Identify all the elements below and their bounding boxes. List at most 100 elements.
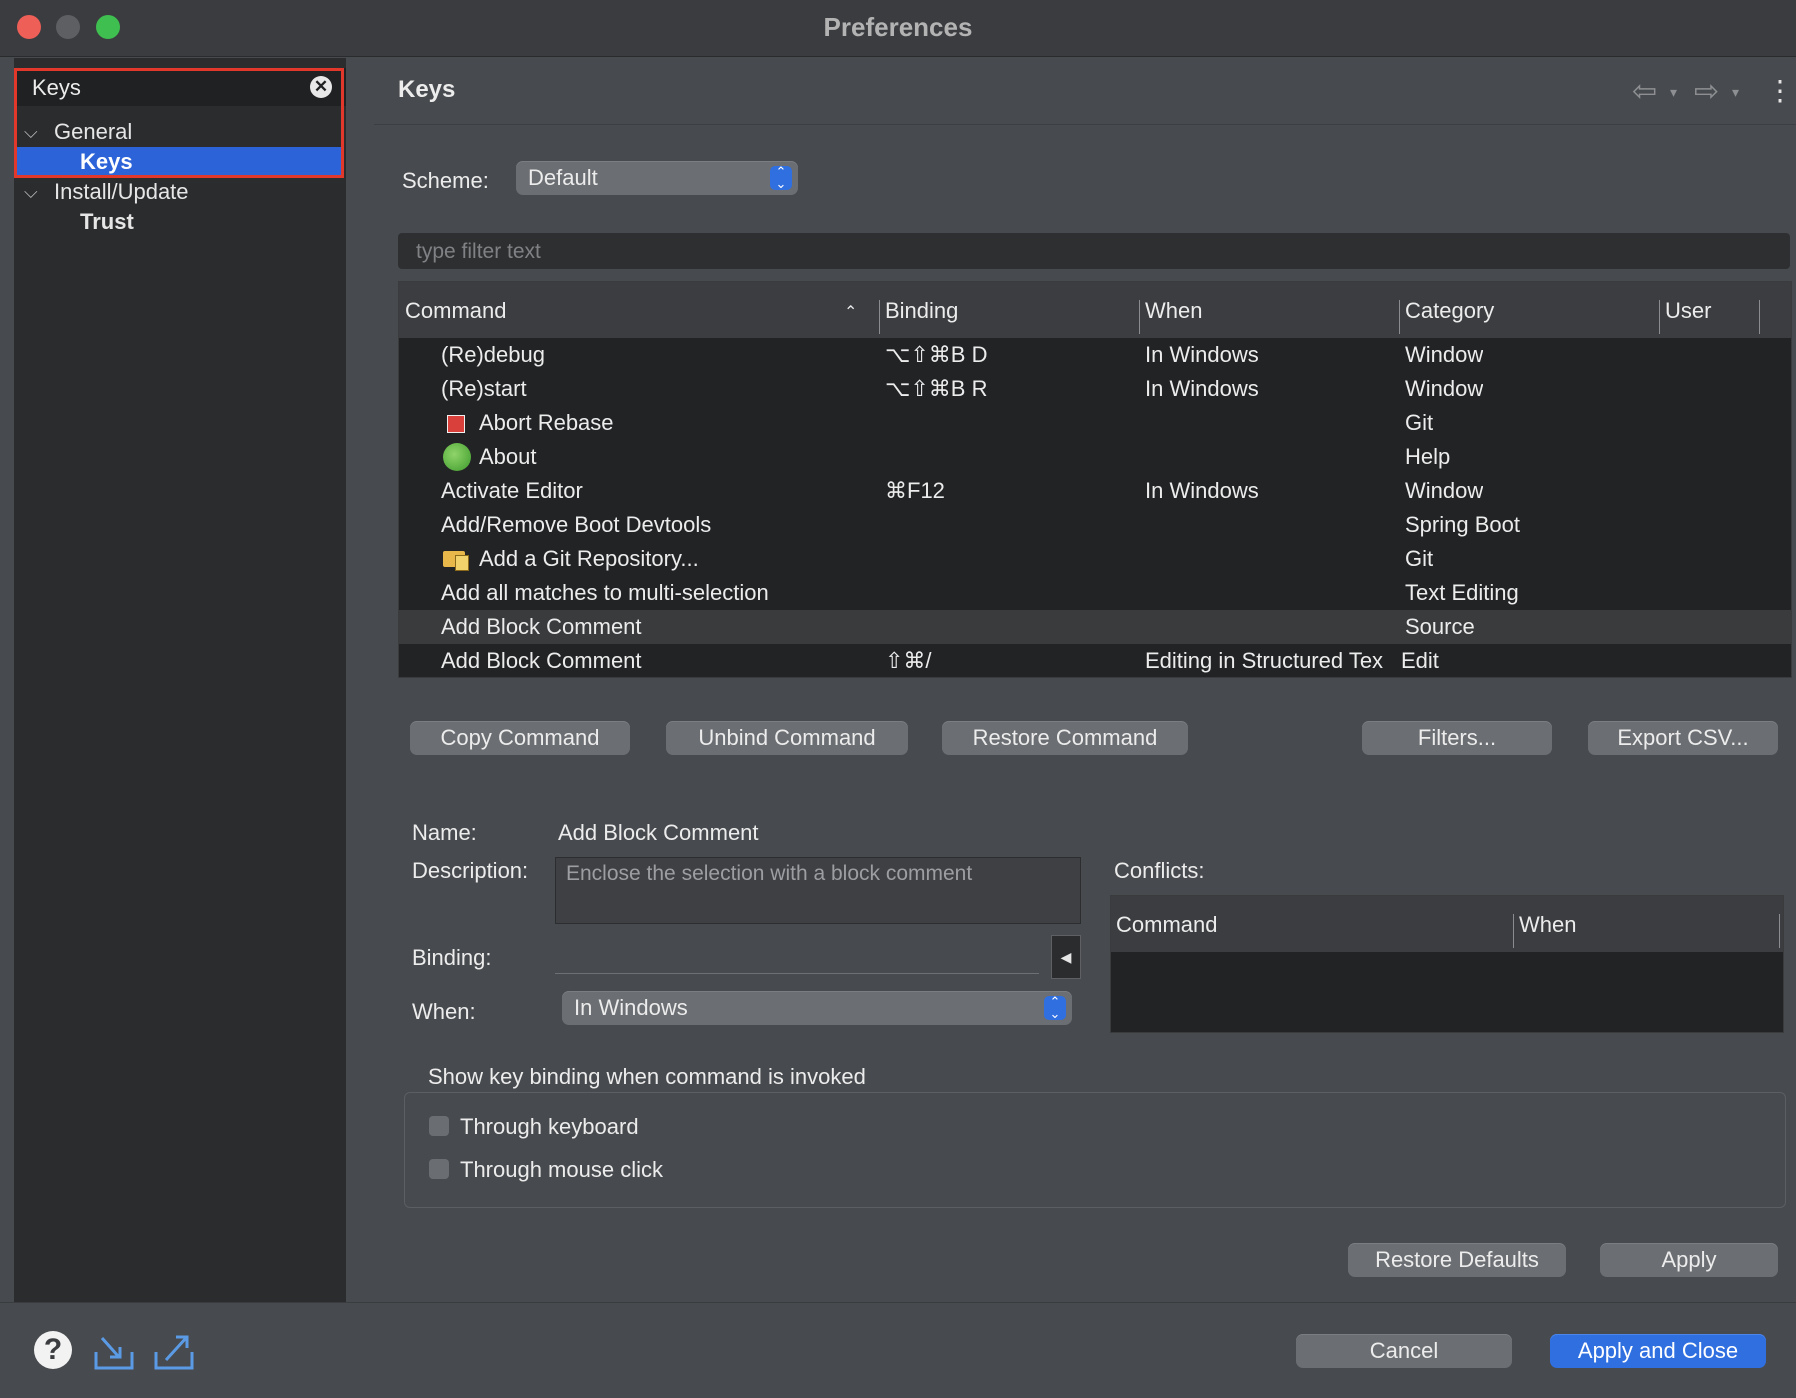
forward-menu-chevron-icon[interactable]: ▾	[1732, 84, 1739, 101]
back-arrow-icon[interactable]: ⇦	[1632, 74, 1657, 109]
column-divider[interactable]	[1399, 300, 1400, 334]
restore-defaults-button[interactable]: Restore Defaults	[1348, 1243, 1566, 1277]
back-menu-chevron-icon[interactable]: ▾	[1670, 84, 1677, 101]
cell-command: Activate Editor	[441, 478, 583, 503]
copy-command-button[interactable]: Copy Command	[410, 721, 630, 755]
table-row[interactable]: Add all matches to multi-selection Text …	[399, 576, 1791, 610]
spring-icon	[443, 443, 471, 471]
sort-ascending-icon: ⌃	[844, 304, 858, 321]
more-options-icon[interactable]: ⋮	[1766, 74, 1794, 107]
restore-command-button[interactable]: Restore Command	[942, 721, 1188, 755]
table-row[interactable]: (Re)debug ⌥⇧⌘B D In Windows Window	[399, 338, 1791, 372]
tree-item-label: Install/Update	[54, 179, 189, 204]
cell-command: Add Block Comment	[441, 648, 642, 673]
preferences-sidebar	[14, 58, 346, 1302]
scheme-value: Default	[528, 165, 598, 190]
cell-category: Source	[1405, 614, 1475, 639]
cell-when: In Windows	[1145, 376, 1259, 401]
column-header-command[interactable]: Command	[405, 298, 506, 324]
forward-arrow-icon[interactable]: ⇨	[1694, 74, 1719, 109]
help-icon[interactable]: ?	[34, 1331, 72, 1369]
binding-menu-arrow-icon[interactable]: ◀	[1051, 935, 1081, 979]
filters-button[interactable]: Filters...	[1362, 721, 1552, 755]
table-row[interactable]: Add/Remove Boot Devtools Spring Boot	[399, 508, 1791, 542]
scheme-select[interactable]: Default ⌃ ⌄	[516, 161, 798, 195]
cell-command: (Re)start	[441, 376, 527, 401]
column-divider[interactable]	[1513, 914, 1514, 948]
name-value: Add Block Comment	[558, 820, 759, 845]
cell-category: Help	[1405, 444, 1451, 469]
binding-input[interactable]	[555, 939, 1039, 974]
through-keyboard-checkbox[interactable]	[429, 1116, 449, 1136]
cell-binding: ⌥⇧⌘B D	[885, 342, 988, 367]
cell-category: Window	[1405, 342, 1484, 367]
column-divider[interactable]	[1139, 300, 1140, 334]
cell-category: Git	[1405, 546, 1434, 571]
column-divider[interactable]	[1779, 914, 1780, 948]
cell-command: Add a Git Repository...	[479, 546, 699, 571]
description-value: Enclose the selection with a block comme…	[566, 862, 973, 885]
window-title: Preferences	[823, 12, 973, 42]
tree-item-label: Trust	[80, 209, 134, 234]
cell-when: Editing in Structured Tex	[1145, 648, 1384, 673]
when-select[interactable]: In Windows ⌃ ⌄	[562, 991, 1072, 1025]
table-row[interactable]: Add a Git Repository... Git	[399, 542, 1791, 576]
cell-binding: ⇧⌘/	[885, 648, 932, 673]
column-divider[interactable]	[879, 300, 880, 334]
title-bar: Preferences	[0, 0, 1796, 57]
cell-binding: ⌥⇧⌘B R	[885, 376, 988, 401]
cell-category: Edit	[1401, 648, 1439, 673]
when-value: In Windows	[574, 995, 688, 1020]
tree-item-trust[interactable]: Trust	[14, 207, 346, 237]
cancel-button[interactable]: Cancel	[1296, 1334, 1512, 1368]
conflicts-column-command[interactable]: Command	[1116, 912, 1217, 938]
cell-command: Add/Remove Boot Devtools	[441, 512, 712, 537]
show-binding-group	[404, 1092, 1786, 1208]
table-row[interactable]: (Re)start ⌥⇧⌘B R In Windows Window	[399, 372, 1791, 406]
description-label: Description:	[412, 858, 529, 883]
table-row[interactable]: Abort Rebase Git	[399, 406, 1791, 440]
column-header-category[interactable]: Category	[1405, 298, 1494, 324]
column-header-when[interactable]: When	[1145, 298, 1202, 324]
clear-filter-icon[interactable]: ✕	[310, 76, 332, 98]
filter-placeholder: type filter text	[416, 240, 541, 263]
conflicts-column-when[interactable]: When	[1519, 912, 1576, 938]
dialog-footer	[0, 1303, 1796, 1398]
sidebar-filter-input[interactable]: Keys ✕	[14, 68, 346, 106]
import-icon[interactable]	[92, 1332, 136, 1372]
unbind-command-button[interactable]: Unbind Command	[666, 721, 908, 755]
column-header-binding[interactable]: Binding	[885, 298, 958, 324]
abort-icon	[447, 415, 465, 433]
export-icon[interactable]	[152, 1330, 196, 1372]
table-row[interactable]: Add Block Comment ⇧⌘/ Editing in Structu…	[399, 644, 1791, 676]
tree-item-general[interactable]: ⌵ General	[14, 117, 346, 147]
cell-category: Window	[1405, 376, 1484, 401]
tree-item-install-update[interactable]: ⌵ Install/Update	[14, 177, 346, 207]
description-field: Enclose the selection with a block comme…	[555, 857, 1081, 924]
conflicts-label: Conflicts:	[1114, 858, 1205, 883]
chevron-down-icon[interactable]: ⌵	[24, 117, 38, 147]
column-header-user[interactable]: User	[1665, 298, 1711, 324]
table-row[interactable]: About Help	[399, 440, 1791, 474]
apply-button[interactable]: Apply	[1600, 1243, 1778, 1277]
column-divider[interactable]	[1759, 300, 1760, 334]
chevron-down-icon[interactable]: ⌵	[24, 177, 38, 207]
tree-item-keys[interactable]: Keys	[16, 147, 344, 177]
show-binding-group-title: Show key binding when command is invoked	[428, 1064, 866, 1089]
apply-and-close-button[interactable]: Apply and Close	[1550, 1334, 1766, 1368]
cell-when: In Windows	[1145, 478, 1259, 503]
command-filter-input[interactable]: type filter text	[398, 233, 1790, 269]
table-row-selected[interactable]: Add Block Comment Source	[399, 610, 1791, 644]
cell-when: In Windows	[1145, 342, 1259, 367]
table-row[interactable]: Activate Editor ⌘F12 In Windows Window	[399, 474, 1791, 508]
when-label: When:	[412, 999, 476, 1024]
export-csv-button[interactable]: Export CSV...	[1588, 721, 1778, 755]
cell-binding: ⌘F12	[885, 478, 945, 503]
cell-category: Git	[1405, 410, 1434, 435]
column-divider[interactable]	[1659, 300, 1660, 334]
through-mouse-click-checkbox[interactable]	[429, 1159, 449, 1179]
conflicts-table: Command When	[1110, 895, 1784, 1033]
cell-command: Abort Rebase	[479, 410, 614, 435]
git-repo-icon	[443, 547, 473, 571]
scheme-label: Scheme:	[402, 168, 489, 193]
